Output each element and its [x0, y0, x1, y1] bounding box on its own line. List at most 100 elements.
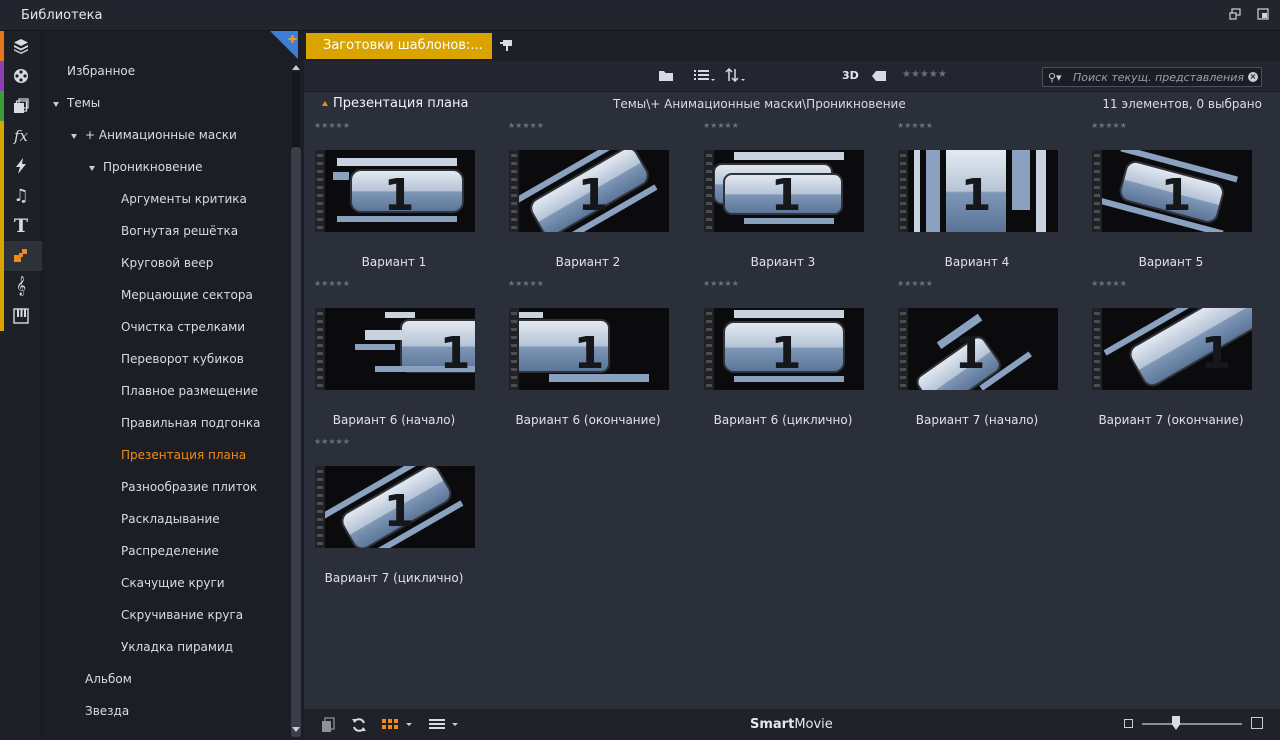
item-thumbnail[interactable]: 1	[704, 308, 864, 390]
tree-item-leaf[interactable]: Очистка стрелками	[121, 317, 245, 337]
zoom-slider[interactable]	[1142, 723, 1242, 725]
package-icon	[14, 39, 28, 54]
tree-item-leaf[interactable]: Вогнутая решётка	[121, 221, 238, 241]
tree-item-leaf[interactable]: Плавное размещение	[121, 381, 258, 401]
expand-arrow-icon[interactable]	[53, 102, 59, 107]
rating-stars[interactable]: ★★★★★	[703, 280, 739, 288]
grid-item[interactable]: ★★★★★ 1 Вариант 7 (окончание)	[1081, 280, 1261, 436]
rating-stars[interactable]: ★★★★★	[508, 122, 544, 130]
tree-item-leaf[interactable]: Скачущие круги	[121, 573, 225, 593]
search-icon[interactable]: ⚲▾	[1048, 71, 1062, 84]
tree-item-leaf[interactable]: Разнообразие плиток	[121, 477, 257, 497]
folder-button[interactable]	[658, 68, 674, 84]
item-thumbnail[interactable]: 1	[315, 150, 475, 232]
tree-item-leaf[interactable]: Укладка пирамид	[121, 637, 233, 657]
strip-photos[interactable]	[0, 91, 42, 121]
undock-icon[interactable]	[1229, 8, 1241, 20]
tree-item-star[interactable]: Звезда	[85, 701, 129, 721]
tree-item-leaf[interactable]: Презентация плана	[121, 445, 246, 465]
item-thumbnail[interactable]: 1	[898, 308, 1058, 390]
rating-stars[interactable]: ★★★★★	[1091, 280, 1127, 288]
rating-stars[interactable]: ★★★★★	[897, 122, 933, 130]
item-thumbnail[interactable]: 1	[509, 308, 669, 390]
strip-titles[interactable]: T	[0, 211, 42, 241]
item-thumbnail[interactable]: 1	[704, 150, 864, 232]
grid-item[interactable]: ★★★★★ 1 Вариант 7 (начало)	[887, 280, 1067, 436]
zoom-slider-thumb[interactable]	[1172, 716, 1180, 730]
tree-item-leaf[interactable]: Раскладывание	[121, 509, 220, 529]
tree-item-penetration[interactable]: Проникновение	[103, 157, 203, 177]
strip-themes[interactable]	[0, 241, 42, 271]
tree-item-leaf[interactable]: Скручивание круга	[121, 605, 243, 625]
strip-video[interactable]	[0, 61, 42, 91]
item-thumbnail[interactable]: 1	[898, 150, 1058, 232]
smartmovie-button[interactable]: SmartMovie	[750, 717, 833, 732]
tree-item-themes[interactable]: Темы	[67, 93, 100, 113]
grid-item[interactable]: ★★★★★ 1 Вариант 6 (начало)	[304, 280, 484, 436]
scroll-thumb[interactable]	[291, 147, 301, 737]
grid-item[interactable]: ★★★★★ 1 Вариант 1	[304, 122, 484, 278]
grid-item[interactable]: ★★★★★ 1 Вариант 7 (циклично)	[304, 438, 484, 594]
tree-item-leaf[interactable]: Распределение	[121, 541, 219, 561]
tree-item-leaf[interactable]: Круговой веер	[121, 253, 213, 273]
tag-button[interactable]	[872, 70, 886, 81]
details-view-button[interactable]	[429, 717, 459, 733]
item-thumbnail[interactable]: 1	[509, 150, 669, 232]
add-tab-button[interactable]	[498, 38, 514, 52]
tree-item-leaf[interactable]: Аргументы критика	[121, 189, 247, 209]
list-view-button[interactable]	[694, 68, 716, 84]
rating-stars[interactable]: ★★★★★	[508, 280, 544, 288]
title-icon: T	[13, 214, 29, 237]
item-thumbnail[interactable]: 1	[1092, 150, 1252, 232]
grid-item[interactable]: ★★★★★ 1 Вариант 3	[693, 122, 873, 278]
item-thumbnail[interactable]: 1	[1092, 308, 1252, 390]
rating-stars[interactable]: ★★★★★	[897, 280, 933, 288]
scroll-down-icon[interactable]	[292, 727, 300, 732]
grid-item[interactable]: ★★★★★ 1 Вариант 4	[887, 122, 1067, 278]
main-panel: Заготовки шаблонов:... 3D ★★★★★ ⚲▾ × Пре…	[304, 31, 1280, 740]
tree-item-masks[interactable]: + Анимационные маски	[85, 125, 237, 145]
zoom-in-icon[interactable]	[1251, 717, 1263, 729]
grid-item[interactable]: ★★★★★ 1 Вариант 5	[1081, 122, 1261, 278]
grid-view-button[interactable]	[382, 717, 412, 733]
view-3d-button[interactable]: 3D	[842, 69, 859, 82]
tree-item-favorites[interactable]: Избранное	[67, 61, 135, 81]
grid-item[interactable]: ★★★★★ 1 Вариант 6 (окончание)	[498, 280, 678, 436]
rating-stars[interactable]: ★★★★★	[314, 280, 350, 288]
tree-item-leaf[interactable]: Мерцающие сектора	[121, 285, 253, 305]
expand-arrow-icon[interactable]	[71, 134, 77, 139]
rating-stars[interactable]: ★★★★★	[703, 122, 739, 130]
strip-sound[interactable]: 𝄞	[0, 271, 42, 301]
duplicate-button[interactable]	[321, 717, 335, 733]
tab-presets[interactable]: Заготовки шаблонов:...	[306, 33, 492, 59]
tree-item-album[interactable]: Альбом	[85, 669, 132, 689]
refresh-button[interactable]	[351, 717, 367, 733]
expand-arrow-icon[interactable]	[89, 166, 95, 171]
strip-transitions[interactable]	[0, 151, 42, 181]
tree-item-leaf[interactable]: Переворот кубиков	[121, 349, 244, 369]
search-input[interactable]	[1073, 69, 1245, 86]
copy-icon	[322, 717, 335, 732]
strip-effects[interactable]: fx	[0, 121, 42, 151]
clear-search-icon[interactable]: ×	[1248, 72, 1258, 82]
item-thumbnail[interactable]: 1	[315, 466, 475, 548]
tree-item-leaf[interactable]: Правильная подгонка	[121, 413, 260, 433]
scroll-up-icon[interactable]	[292, 65, 300, 70]
grid-item[interactable]: ★★★★★ 1 Вариант 6 (циклично)	[693, 280, 873, 436]
tree-scrollbar[interactable]	[290, 61, 302, 740]
restore-icon[interactable]	[1257, 8, 1269, 20]
rating-stars[interactable]: ★★★★★	[314, 122, 350, 130]
title-bar: Библиотека	[0, 0, 1280, 31]
strip-music[interactable]: ♫	[0, 181, 42, 211]
rating-stars[interactable]: ★★★★★	[1091, 122, 1127, 130]
rating-filter[interactable]: ★★★★★	[902, 69, 947, 80]
pin-icon[interactable]: ✚	[288, 33, 297, 46]
sort-button[interactable]	[725, 67, 747, 84]
grid-item[interactable]: ★★★★★ 1 Вариант 2	[498, 122, 678, 278]
rating-stars[interactable]: ★★★★★	[314, 438, 350, 446]
strip-package[interactable]	[0, 31, 42, 61]
zoom-out-icon[interactable]	[1124, 719, 1133, 728]
strip-instruments[interactable]	[0, 301, 42, 331]
collapse-arrow-icon[interactable]	[322, 101, 328, 106]
item-thumbnail[interactable]: 1	[315, 308, 475, 390]
